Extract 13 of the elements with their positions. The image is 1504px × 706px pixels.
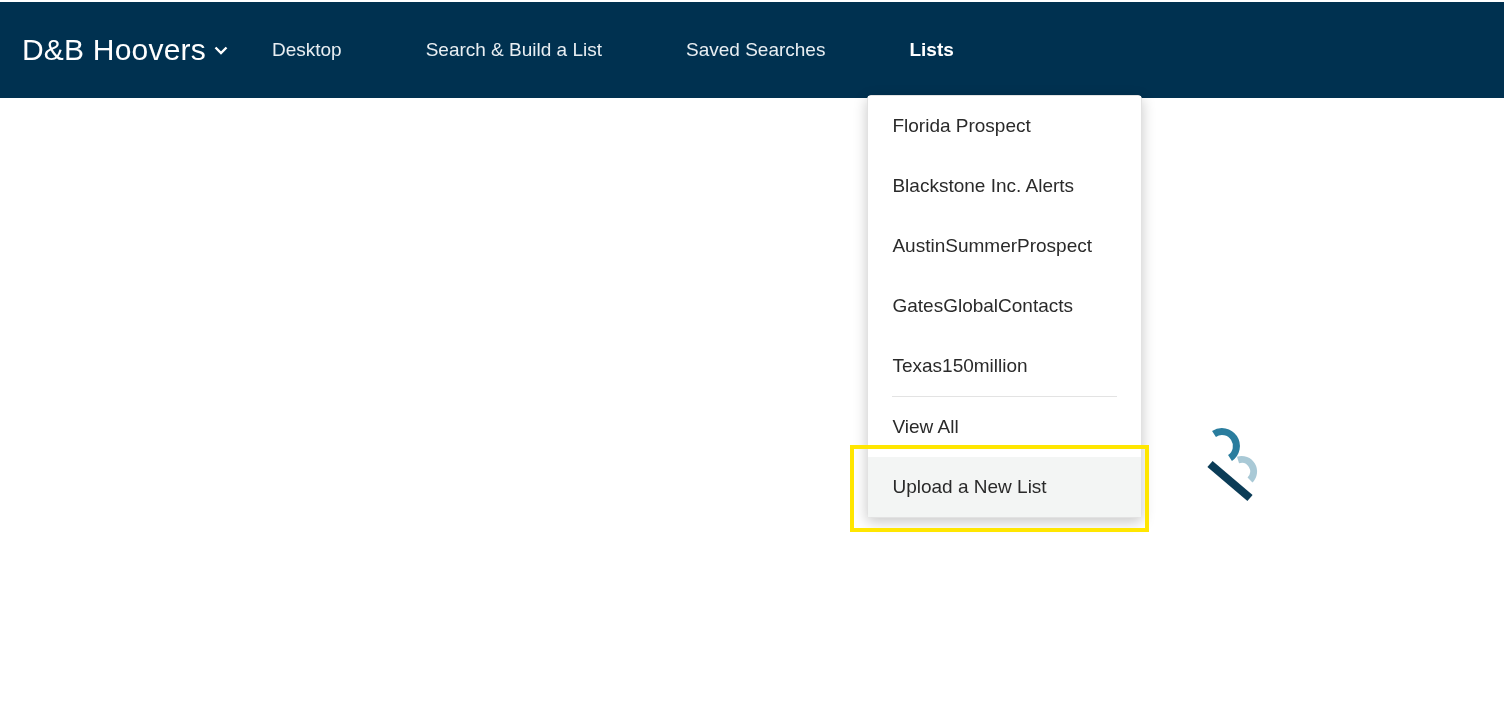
menu-item[interactable]: Blackstone Inc. Alerts (868, 156, 1142, 216)
menu-item[interactable]: Texas150million (868, 336, 1142, 396)
nav-link[interactable]: Desktop (271, 39, 342, 60)
chevron-down-icon[interactable] (213, 45, 228, 55)
brand-logo[interactable]: D&B Hoovers (22, 33, 206, 67)
menu-item[interactable]: GatesGlobalContacts (868, 276, 1142, 336)
menu-item[interactable]: View All (868, 397, 1142, 457)
menu-item[interactable]: Florida Prospect (868, 96, 1142, 156)
nav-link[interactable]: Saved Searches (686, 39, 826, 60)
nav-link[interactable]: Search & Build a List (425, 39, 602, 60)
menu-item[interactable]: Upload a New List (868, 457, 1142, 517)
nav-link[interactable]: Lists (909, 39, 954, 60)
menu-item[interactable]: AustinSummerProspect (868, 216, 1142, 276)
